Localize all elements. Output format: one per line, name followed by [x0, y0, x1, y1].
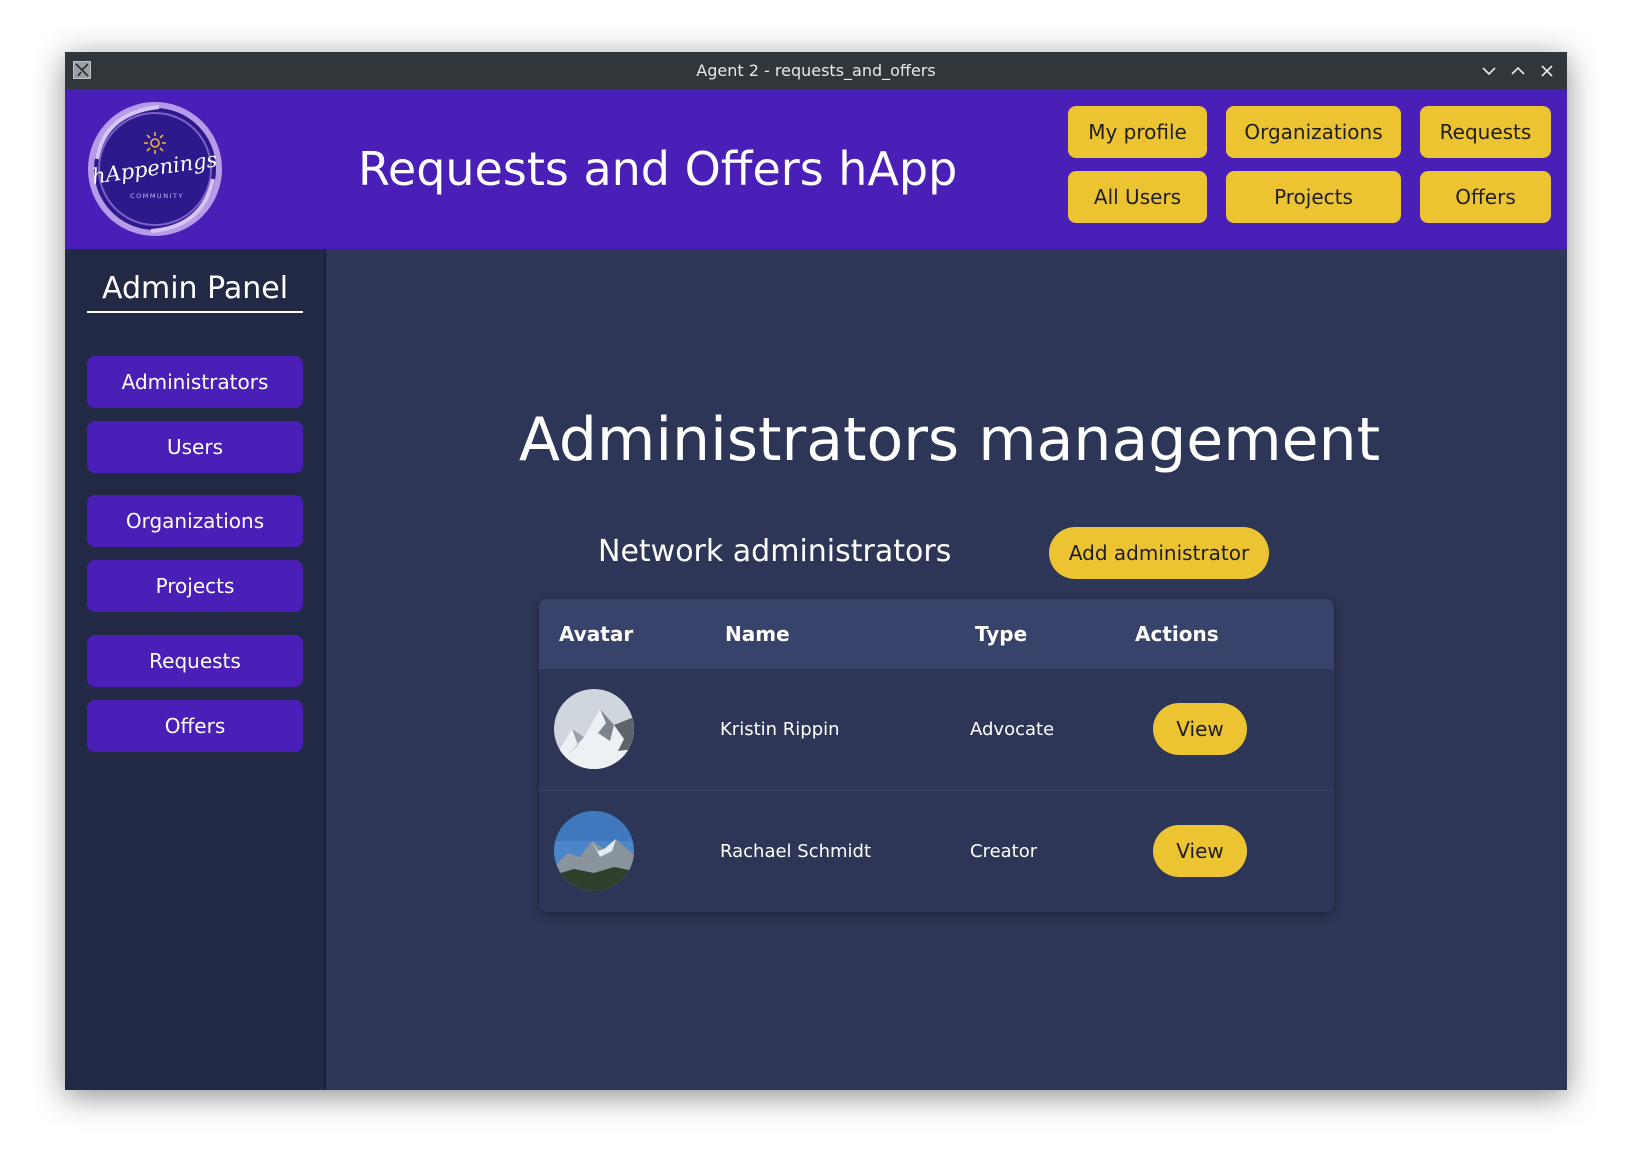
admin-sidebar: Admin Panel Administrators Users Organiz… — [65, 249, 326, 1090]
avatar — [554, 689, 634, 769]
window-titlebar: Agent 2 - requests_and_offers — [65, 52, 1567, 89]
admin-name: Rachael Schmidt — [720, 841, 872, 862]
admin-type: Advocate — [970, 719, 1055, 740]
sidebar-item-offers[interactable]: Offers — [87, 700, 303, 752]
nav-offers-button[interactable]: Offers — [1420, 171, 1551, 223]
app-window: Agent 2 - requests_and_offers hAppenings… — [65, 52, 1567, 1090]
sidebar-item-administrators[interactable]: Administrators — [87, 356, 303, 408]
table-row: Rachael Schmidt Creator View — [539, 790, 1334, 912]
happenings-logo[interactable]: hAppenings COMMUNITY — [85, 99, 225, 239]
column-header-actions: Actions — [1135, 622, 1219, 646]
nav-projects-button[interactable]: Projects — [1226, 171, 1401, 223]
sidebar-item-requests[interactable]: Requests — [87, 635, 303, 687]
nav-organizations-button[interactable]: Organizations — [1226, 106, 1401, 158]
window-title: Agent 2 - requests_and_offers — [696, 61, 936, 80]
table-header: Avatar Name Type Actions — [539, 599, 1334, 669]
table-row: Kristin Rippin Advocate View — [539, 669, 1334, 790]
sidebar-item-organizations[interactable]: Organizations — [87, 495, 303, 547]
minimize-icon[interactable] — [1479, 61, 1499, 81]
close-icon[interactable] — [1537, 61, 1557, 81]
nav-my-profile-button[interactable]: My profile — [1068, 106, 1207, 158]
nav-requests-button[interactable]: Requests — [1420, 106, 1551, 158]
column-header-name: Name — [725, 622, 790, 646]
app-header: hAppenings COMMUNITY Requests and Offers… — [65, 89, 1567, 249]
admin-panel-title: Admin Panel — [87, 269, 303, 313]
column-header-avatar: Avatar — [559, 622, 634, 646]
section-title: Network administrators — [598, 534, 952, 569]
administrators-table: Avatar Name Type Actions Kristin Rippin … — [539, 599, 1334, 912]
app-title: Requests and Offers hApp — [358, 142, 958, 196]
view-button[interactable]: View — [1153, 703, 1247, 755]
sidebar-item-users[interactable]: Users — [87, 421, 303, 473]
avatar — [554, 811, 634, 891]
page-title: Administrators management — [518, 405, 1381, 475]
nav-all-users-button[interactable]: All Users — [1068, 171, 1207, 223]
maximize-icon[interactable] — [1508, 61, 1528, 81]
admin-name: Kristin Rippin — [720, 719, 840, 740]
admin-type: Creator — [970, 841, 1038, 862]
column-header-type: Type — [975, 622, 1028, 646]
logo-subtext: COMMUNITY — [130, 192, 184, 200]
view-button[interactable]: View — [1153, 825, 1247, 877]
sidebar-item-projects[interactable]: Projects — [87, 560, 303, 612]
add-administrator-button[interactable]: Add administrator — [1049, 527, 1269, 579]
